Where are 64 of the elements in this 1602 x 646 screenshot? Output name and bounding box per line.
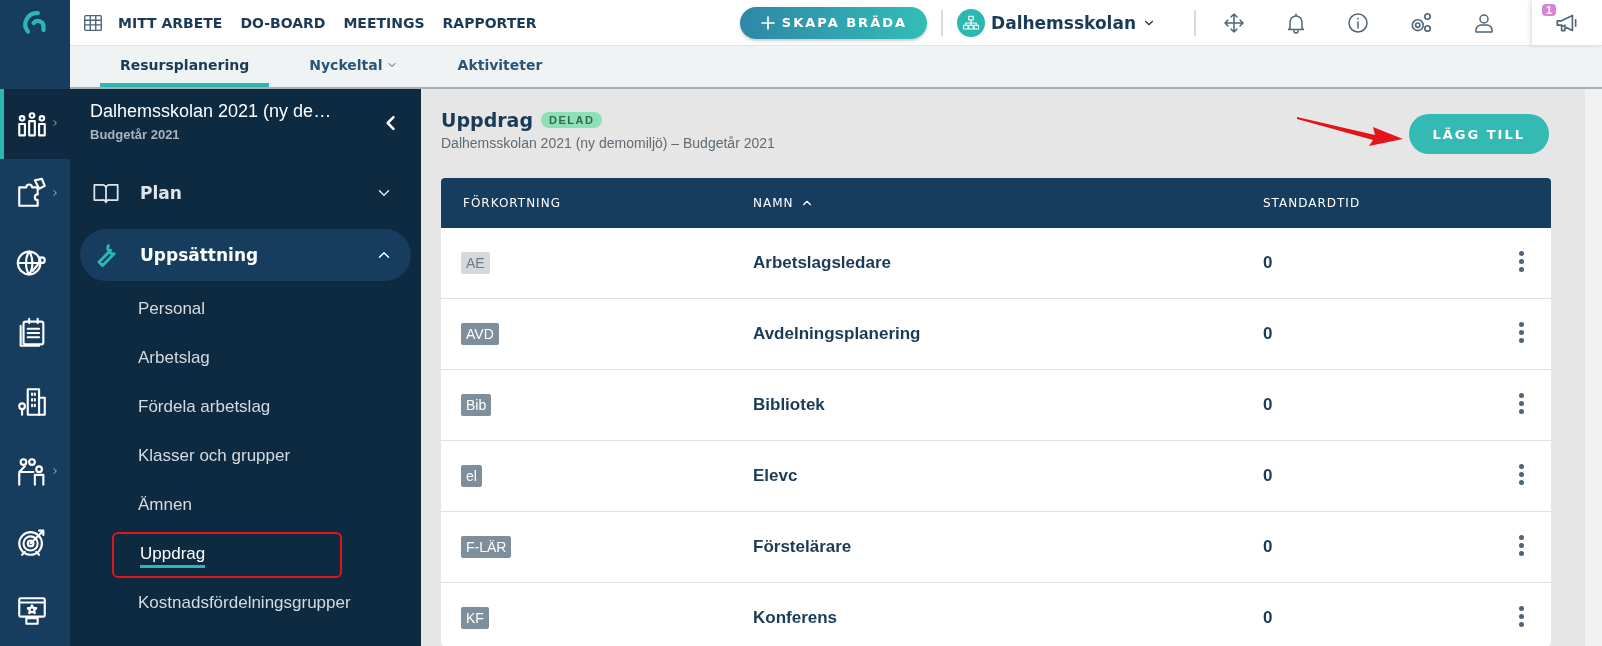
nav-item[interactable]: Klasser och grupper <box>138 443 291 470</box>
nav-item[interactable]: Uppdrag <box>140 541 206 568</box>
move-icon <box>1222 10 1246 35</box>
more-icon <box>1518 250 1524 272</box>
status-badge: DELAD <box>541 112 603 128</box>
subnav-tab[interactable]: Nyckeltal <box>289 46 418 87</box>
time-cell-text: 0 <box>1262 323 1274 344</box>
column-header[interactable]: FÖRKORTNING <box>441 195 731 210</box>
nav-item[interactable]: Arbetslag <box>138 345 210 372</box>
page-title: Uppdrag <box>441 109 534 131</box>
nav-link[interactable]: MEETINGS <box>343 14 425 31</box>
more-icon <box>1518 392 1524 414</box>
more-icon <box>1518 321 1524 343</box>
more-icon <box>1518 534 1524 556</box>
chevron-right-icon <box>51 119 59 128</box>
more-button[interactable] <box>1518 534 1524 559</box>
more-button[interactable] <box>1518 463 1524 488</box>
time-cell-text: 0 <box>1262 465 1274 486</box>
scrollbar[interactable] <box>1585 89 1602 646</box>
name-cell-text: Arbetslagsledare <box>752 252 892 273</box>
chevron-right-icon <box>51 188 59 197</box>
time-cell-text: 0 <box>1262 252 1274 273</box>
chevron-right-icon <box>51 467 59 476</box>
more-icon <box>1518 605 1524 627</box>
time-cell-text: 0 <box>1262 607 1274 628</box>
nav-link[interactable]: DO-BOARD <box>240 14 326 31</box>
more-button[interactable] <box>1518 250 1524 275</box>
info-icon <box>1346 10 1370 35</box>
nav-link[interactable]: RAPPORTER <box>442 14 537 31</box>
abbreviation-tag: F-LÄR <box>461 535 512 558</box>
plus-icon <box>759 14 776 31</box>
name-cell-text: Avdelningsplanering <box>752 323 922 344</box>
organization-selector[interactable]: Dalhemsskolan <box>957 8 1156 37</box>
nav-link[interactable]: MITT ARBETE <box>118 14 223 31</box>
more-button[interactable] <box>1518 605 1524 630</box>
abbreviation-tag: KF <box>461 606 489 629</box>
abbreviation-tag: AVD <box>461 322 499 345</box>
hierarchy-icon <box>962 13 981 32</box>
abbreviation-tag: AE <box>461 251 490 274</box>
more-icon <box>1518 463 1524 485</box>
time-cell-text: 0 <box>1262 394 1274 415</box>
abbreviation-tag: Bib <box>461 393 492 416</box>
rail-button[interactable] <box>0 89 70 159</box>
name-cell-text: Elevc <box>752 465 799 486</box>
nav-item[interactable]: Kostnadsfördelningsgrupper <box>138 590 351 617</box>
nav-item[interactable]: Fördela arbetslag <box>138 394 271 421</box>
plan-title: Dalhemsskolan 2021 (ny de… <box>90 101 333 122</box>
time-cell-text: 0 <box>1262 536 1274 557</box>
abbreviation-tag: el <box>461 464 482 487</box>
nav-item[interactable]: Ämnen <box>138 492 192 519</box>
subnav-tab[interactable]: Aktiviteter <box>437 46 563 87</box>
nav-group[interactable]: Plan <box>80 167 411 219</box>
column-header[interactable]: NAMN <box>731 195 1241 210</box>
name-cell-text: Konferens <box>752 607 839 628</box>
more-button[interactable] <box>1518 321 1524 346</box>
nav-group[interactable]: Uppsättning <box>80 229 411 281</box>
name-cell-text: Bibliotek <box>752 394 826 415</box>
column-header[interactable]: STANDARDTID <box>1241 195 1491 210</box>
name-cell-text: Förstelärare <box>752 536 853 557</box>
more-button[interactable] <box>1518 392 1524 417</box>
nav-item[interactable]: Personal <box>138 296 206 323</box>
page-subtitle: Dalhemsskolan 2021 (ny demomiljö) – Budgetår 2021 <box>441 135 776 151</box>
notification-badge: 1 <box>1542 3 1557 16</box>
plan-subtitle: Budgetår 2021 <box>90 127 181 142</box>
